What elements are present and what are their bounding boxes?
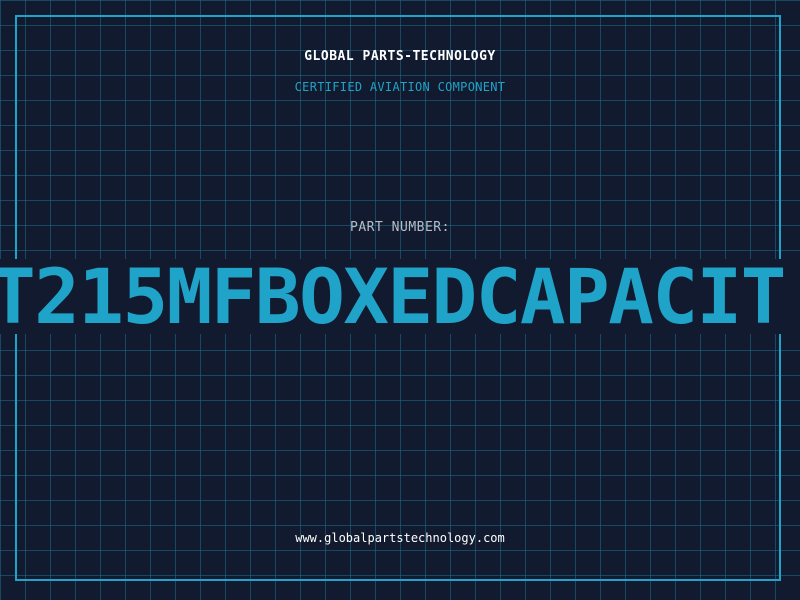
part-number-band: T215MFBOXEDCAPACIT [0, 259, 800, 334]
certification-subtitle: CERTIFIED AVIATION COMPONENT [294, 80, 506, 94]
website-url: www.globalpartstechnology.com [295, 531, 505, 545]
brand-title: GLOBAL PARTS-TECHNOLOGY [304, 49, 496, 64]
part-number-value: T215MFBOXEDCAPACIT [0, 259, 786, 334]
page-background: GLOBAL PARTS-TECHNOLOGY CERTIFIED AVIATI… [0, 0, 800, 600]
part-number-label: PART NUMBER: [350, 220, 450, 235]
